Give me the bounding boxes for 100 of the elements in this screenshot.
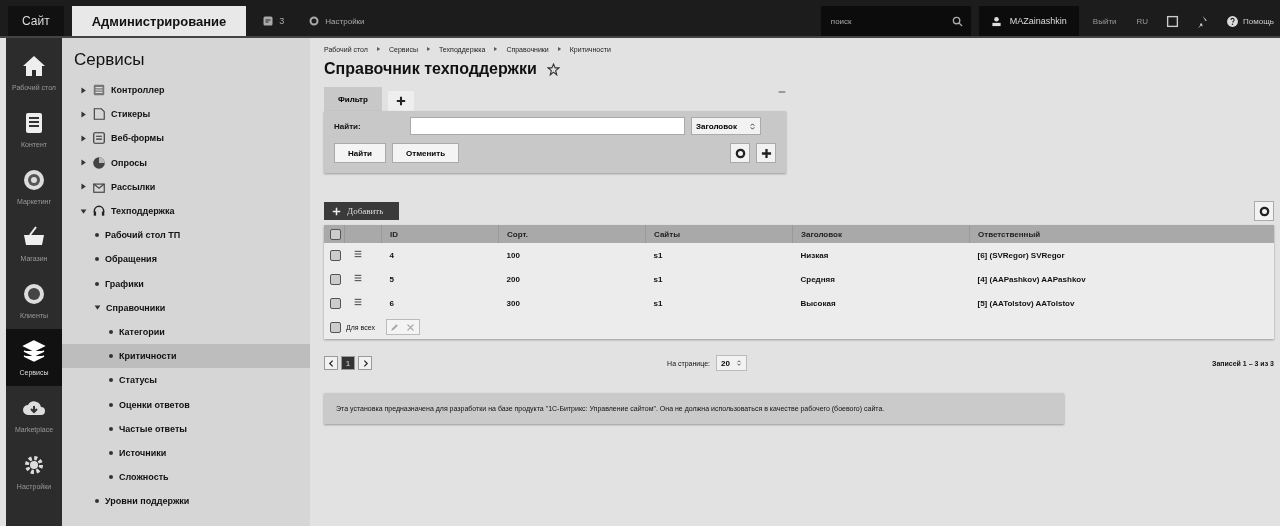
search-field[interactable]: поиск [820, 6, 971, 36]
menu-title: Сервисы [73, 49, 146, 71]
menu-item[interactable]: Справочники [62, 295, 310, 320]
add-button[interactable]: Добавить [324, 202, 400, 220]
column-header[interactable]: ID [381, 225, 499, 243]
bullet-icon [95, 499, 99, 504]
help-link[interactable]: Помощь [1220, 6, 1280, 36]
menu-item[interactable]: Стикеры [62, 102, 310, 127]
menu-item[interactable]: Графики [62, 271, 310, 296]
settings-icon [1258, 205, 1270, 217]
bullet-icon [109, 378, 113, 383]
logout-link[interactable]: Выйти [1086, 6, 1123, 36]
add-field-button[interactable] [756, 143, 776, 163]
find-field[interactable] [410, 117, 685, 135]
cancel-button[interactable]: Отменить [392, 143, 460, 163]
menu-item[interactable]: Техподдержка [62, 198, 310, 224]
bullet-icon [109, 426, 113, 431]
headset-icon [92, 204, 106, 219]
table-cell: Низкая [792, 243, 970, 267]
menu-item[interactable]: Категории [62, 319, 310, 345]
select-all-checkbox[interactable] [330, 228, 341, 240]
chevron-left-icon [327, 359, 335, 367]
menu-item[interactable]: Рассылки [62, 174, 310, 199]
table-cell-text: s1 [652, 297, 664, 310]
sticker-icon [92, 107, 106, 122]
plus-icon [760, 147, 772, 159]
menu-item[interactable]: Частые ответы [62, 416, 310, 441]
table-cell: 4 [381, 243, 499, 267]
user-button[interactable]: MAZainashkin [978, 6, 1079, 36]
bullet-icon [109, 402, 113, 407]
menu-item[interactable]: Статусы [62, 368, 310, 393]
table-cell: [6] (SVRegor) SVRegor [969, 243, 1274, 267]
notification-icon [262, 15, 275, 27]
menu-item[interactable]: Оценки ответов [62, 392, 310, 417]
menu-icon [352, 274, 363, 282]
filter-settings-button[interactable] [730, 143, 750, 163]
column-header[interactable]: Ответственный [969, 225, 1274, 243]
menu-item[interactable]: Уровни поддержки [62, 489, 310, 514]
for-all-checkbox[interactable] [330, 321, 341, 333]
previous-page-button[interactable] [324, 356, 338, 370]
top-tab[interactable]: Администрирование [71, 6, 247, 36]
menu-icon [352, 250, 363, 258]
table-cell-text: 5 [388, 273, 395, 286]
column-header[interactable]: Сайты [645, 225, 793, 243]
chevron-right-icon [361, 359, 369, 367]
menu-item[interactable]: Источники [62, 440, 310, 465]
find-label: Найти: [334, 121, 362, 131]
table-cell-text: 200 [505, 273, 521, 286]
notifications-button[interactable]: 3 [254, 6, 293, 36]
form-icon [92, 131, 106, 146]
favorite-button[interactable] [546, 62, 560, 76]
settings-button[interactable]: Настройки [300, 6, 373, 36]
collapse-arrow-icon [80, 207, 87, 215]
table-cell-text: 300 [505, 297, 521, 310]
per-page-select[interactable]: 20 [716, 355, 747, 371]
collapse-arrow-icon [94, 304, 101, 312]
table-cell-text: Высокая [799, 297, 837, 310]
plus-icon [332, 206, 341, 216]
find-button[interactable]: Найти [334, 143, 386, 163]
field-select[interactable]: Заголовок [691, 117, 761, 135]
chevron-icon [425, 46, 431, 52]
target-icon [22, 168, 46, 192]
table-cell-text: [4] (AAPashkov) AAPashkov [976, 273, 1087, 286]
expand-arrow-icon [80, 159, 87, 167]
house-icon [22, 54, 46, 78]
menu-item[interactable]: Опросы [62, 150, 310, 175]
row-checkbox[interactable] [330, 249, 341, 261]
server-icon [92, 83, 106, 98]
page-title: Справочник техподдержки [324, 60, 537, 78]
bullet-icon [109, 475, 113, 480]
table-cell: 100 [498, 243, 646, 267]
settings-icon [22, 453, 46, 477]
bullet-icon [109, 329, 113, 334]
top-tab[interactable]: Сайт [8, 6, 64, 36]
menu-item[interactable]: Обращения [62, 247, 310, 272]
row-checkbox[interactable] [330, 273, 341, 285]
table-cell-text: Средняя [799, 273, 836, 286]
menu-item[interactable]: Критичности [62, 344, 310, 369]
user-icon [990, 15, 1002, 27]
next-page-button[interactable] [358, 356, 372, 370]
row-checkbox[interactable] [330, 297, 341, 309]
table-cell-text: 6 [388, 297, 395, 310]
bullet-icon [109, 450, 113, 455]
updown-icon [749, 121, 756, 131]
page-button[interactable]: 1 [341, 356, 355, 370]
table-cell-text: s1 [652, 273, 664, 286]
table-settings-button[interactable] [1254, 201, 1274, 221]
column-header[interactable]: Заголовок [792, 225, 970, 243]
add-filter-tab[interactable] [387, 91, 414, 111]
menu-item[interactable]: Рабочий стол ТП [62, 223, 310, 248]
language-link[interactable]: RU [1130, 6, 1155, 36]
bullet-icon [109, 354, 113, 359]
close-icon [406, 322, 416, 332]
bullet-icon [95, 257, 99, 262]
menu-item[interactable]: Сложность [62, 465, 310, 490]
column-header[interactable]: Сорт. [498, 225, 646, 243]
minus-icon [778, 88, 786, 96]
menu-item[interactable]: Контроллер [62, 78, 310, 103]
filter-tab[interactable]: Фильтр [324, 87, 382, 111]
menu-item[interactable]: Веб-формы [62, 126, 310, 151]
